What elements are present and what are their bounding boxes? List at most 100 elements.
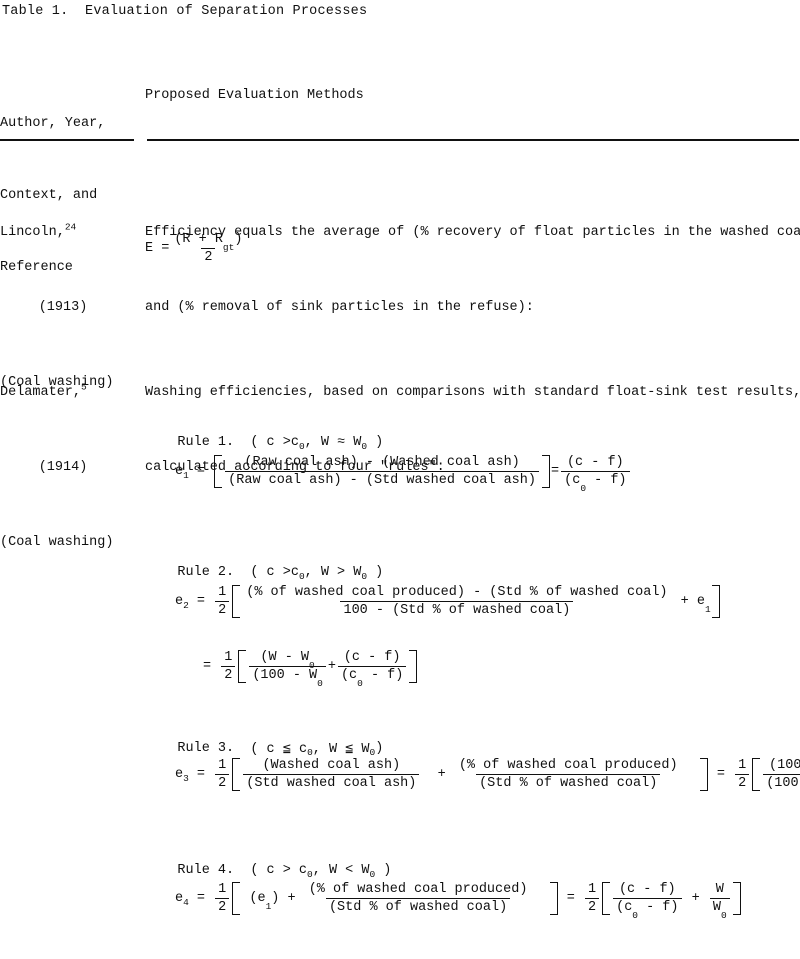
one-half-fraction: 1 2 <box>215 758 230 791</box>
formula-rule-4: e4 = 1 2 (e1) + (% of washed coal produc… <box>175 882 742 920</box>
right-bracket <box>732 882 741 915</box>
half-denominator: 2 <box>584 898 600 915</box>
plus-tail-sub: 1 <box>704 603 711 615</box>
left-bracket <box>752 758 761 791</box>
left-bracket <box>232 758 241 791</box>
half-numerator: 1 <box>224 650 233 665</box>
rule-condition-close: ) <box>367 565 384 580</box>
den-pre: W <box>712 900 721 915</box>
rule-condition-open: ( c > c <box>250 863 308 878</box>
one-half-fraction: 1 2 <box>215 882 230 915</box>
bracket-group: (W - W0 (100 - W0 + (c - f) (c0 - f) <box>237 650 418 688</box>
bracket-group: (Washed coal ash) (Std washed coal ash) … <box>231 758 709 791</box>
half-denominator: 2 <box>735 774 750 791</box>
formula-lhs: E = <box>145 241 170 256</box>
half-denominator: 2 <box>221 666 236 683</box>
half-numerator: 1 <box>218 585 227 600</box>
plus-sign: + <box>691 891 700 906</box>
left-bracket <box>232 585 241 618</box>
tail-denominator: (c0 - f) <box>613 898 682 920</box>
rule-condition-mid: , W < W <box>312 863 370 878</box>
left-bracket <box>602 882 611 915</box>
fraction-produced-numerator: (% of washed coal produced) <box>308 882 528 897</box>
rule-condition-mid: , W ≦ W <box>312 742 370 757</box>
row-author: Delamater, <box>0 385 82 400</box>
row-reference-superscript: 24 <box>64 221 77 233</box>
tail-den-pre: (c <box>564 473 581 488</box>
formula-lhs-var: e <box>175 594 184 609</box>
den-sub: 0 <box>317 677 323 689</box>
rule-condition-mid: , W > W <box>304 565 362 580</box>
tail-denominator: (100 - c0) <box>763 774 800 791</box>
term-e1: (e1) <box>249 891 280 911</box>
page-title: Table 1. Evaluation of Separation Proces… <box>2 4 368 19</box>
plus-e1: + e1 <box>681 594 711 614</box>
right-bracket <box>542 455 550 488</box>
numerator-post: ) <box>234 232 243 247</box>
tail-fraction-c: (100 - c) (100 - c0) <box>763 758 800 791</box>
row-body-line2: and (% removal of sink particles in the … <box>145 300 534 315</box>
numerator-pre: (R + R <box>174 232 223 247</box>
one-half-fraction: 1 2 <box>215 585 230 618</box>
tail-numerator: (c - f) <box>618 882 676 897</box>
row-body-line1: Washing efficiencies, based on compariso… <box>145 385 800 400</box>
tail-w-numerator: W <box>715 882 724 897</box>
half-numerator: 1 <box>738 758 747 773</box>
tail-one-half-fraction: 1 2 <box>584 882 600 915</box>
formula-lincoln-efficiency: E = (R + Rgt) 2 <box>145 232 247 265</box>
formula-lhs-var: e <box>175 767 184 782</box>
den-pre: (c <box>340 668 358 683</box>
rule-name: Rule 2. <box>177 565 235 580</box>
bracket-group: (e1) + (% of washed coal produced) (Std … <box>231 882 558 915</box>
bracket-denominator: 100 - (Std % of washed coal) <box>340 601 574 618</box>
document-page: Table 1. Evaluation of Separation Proces… <box>0 0 800 959</box>
right-bracket <box>699 758 708 791</box>
half-denominator: 2 <box>215 774 230 791</box>
fraction-produced-denominator: (Std % of washed coal) <box>325 898 511 915</box>
bracket-numerator: (Raw coal ash) - (Washed coal ash) <box>244 455 520 470</box>
num-sub: 0 <box>309 659 315 671</box>
tail-bracket-group: (100 - c) (100 - c0) + W W0 <box>751 758 800 791</box>
half-denominator: 2 <box>215 601 230 618</box>
den-post: - f) <box>362 668 404 683</box>
den-sub: 0 <box>720 909 727 921</box>
rule-condition-open: ( c ≦ c <box>250 742 308 757</box>
column-header-right: Proposed Evaluation Methods <box>145 88 364 103</box>
left-bracket <box>238 650 247 683</box>
den-post: - f) <box>638 900 679 915</box>
tail-fraction-c: (c - f) (c0 - f) <box>613 882 682 920</box>
rule-name: Rule 1. <box>177 435 235 450</box>
formula-tail-equals: = <box>551 464 560 479</box>
formula-rule-2-line-2: = 1 2 (W - W0 (100 - W0 + (c - f) (c0 - … <box>203 650 418 688</box>
fraction-c-numerator: (c - f) <box>343 650 401 665</box>
plus-sign: + <box>287 891 296 906</box>
formula-rule-1: e1 = (Raw coal ash) - (Washed coal ash) … <box>175 455 632 493</box>
num-pre: (W - W <box>260 650 310 665</box>
formula-lhs-var: e <box>175 891 184 906</box>
half-numerator: 1 <box>587 882 597 897</box>
fraction-ash-numerator: (Washed coal ash) <box>262 758 401 773</box>
tail-fraction: (c - f) (c0 - f) <box>561 455 630 493</box>
left-bracket <box>232 882 241 915</box>
fraction-produced: (% of washed coal produced) (Std % of wa… <box>306 882 531 915</box>
fraction-produced: (% of washed coal produced) (Std % of wa… <box>456 758 681 791</box>
fraction-produced-denominator: (Std % of washed coal) <box>476 774 661 791</box>
numerator-subscript: gt <box>222 241 235 253</box>
tail-numerator: (100 - c) <box>769 758 800 773</box>
plus-sign: + <box>327 659 336 674</box>
tail-den-sub: 0 <box>580 482 587 494</box>
plus-sign: + <box>437 767 446 782</box>
den-sub: 0 <box>632 909 638 921</box>
formula-equals: = <box>196 594 206 609</box>
fraction-ash-denominator: (Std washed coal ash) <box>243 774 420 791</box>
term-sub: 1 <box>265 900 272 912</box>
bracket-numerator: (% of washed coal produced) - (Std % of … <box>246 585 668 600</box>
term-post: ) <box>271 891 280 906</box>
formula-numerator: (R + Rgt) <box>171 232 245 252</box>
rule-condition-close: ) <box>367 435 384 450</box>
formula-tail-equals: = <box>566 891 575 906</box>
table-row-label-delamater: Delamater,5 (1914) (Coal washing) <box>0 330 140 605</box>
rule-name: Rule 3. <box>177 741 235 756</box>
formula-tail-equals: = <box>716 767 725 782</box>
tail-numerator: (c - f) <box>566 455 624 470</box>
